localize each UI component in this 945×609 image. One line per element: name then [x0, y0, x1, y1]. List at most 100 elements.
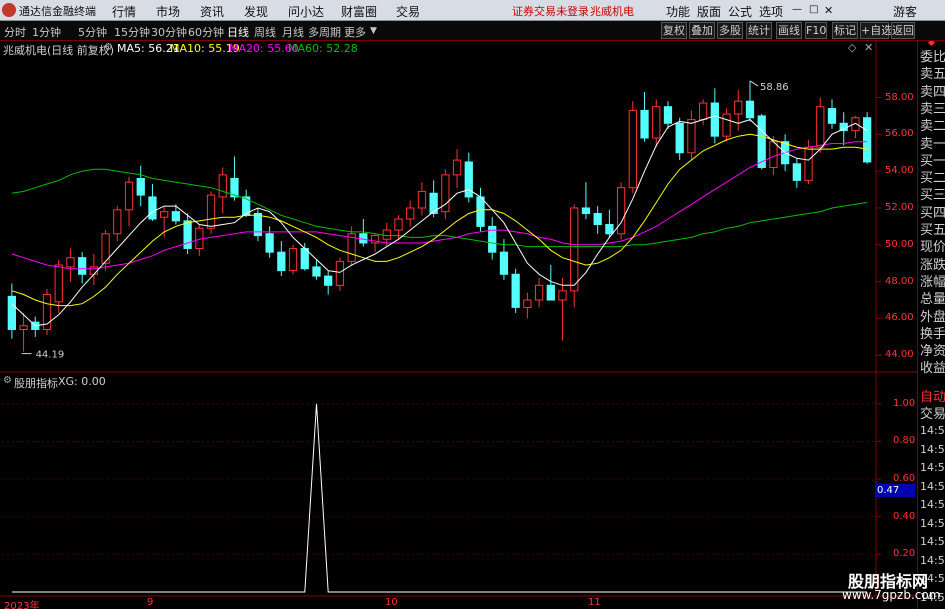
candle-body: [476, 196, 485, 227]
candle-body: [675, 122, 684, 154]
candle-body: [816, 106, 825, 148]
candle: [148, 184, 157, 221]
candle-body: [78, 257, 87, 275]
candle-body: [66, 257, 75, 268]
candle-body: [206, 194, 216, 229]
chart-canvas[interactable]: 58.86 44.19: [0, 0, 945, 609]
candle-body: [499, 251, 509, 275]
candle: [78, 252, 87, 284]
quote-field-label: 外盘: [920, 309, 945, 325]
candle: [605, 209, 614, 238]
price-tick-label: 52.00: [885, 201, 914, 213]
quote-field-label: 委比: [920, 50, 945, 65]
candle: [640, 91, 649, 142]
trade-label[interactable]: 交易: [920, 403, 945, 422]
candle: [136, 165, 145, 207]
candle-body: [382, 229, 391, 240]
indicator-tick-label: 0.20: [893, 548, 916, 560]
candle-body: [593, 213, 602, 226]
candle: [534, 277, 544, 308]
candle: [66, 248, 75, 282]
candle-body: [171, 211, 181, 222]
x-tick-10: 10: [385, 597, 398, 608]
candle-body: [792, 163, 801, 181]
candle-body: [394, 218, 403, 231]
candle: [827, 99, 837, 129]
candle-body: [534, 284, 544, 301]
price-tick-label: 48.00: [885, 275, 914, 287]
trade-time: 14:56: [920, 553, 945, 567]
candle-body: [663, 106, 673, 124]
candle-body: [148, 196, 157, 220]
indicator-title: 股朋指标: [14, 377, 58, 390]
candle-body: [195, 227, 204, 249]
candle-body: [19, 325, 28, 330]
quote-field-label: 卖五: [920, 67, 945, 83]
candle: [452, 149, 462, 188]
quote-field-label: 卖二: [920, 119, 945, 135]
candle-body: [183, 220, 192, 249]
candle: [417, 182, 427, 216]
candle: [288, 244, 298, 275]
candle-body: [628, 109, 637, 189]
ma10-line: [11, 133, 868, 307]
quote-field-label: 卖一: [920, 136, 945, 152]
candle-body: [734, 100, 743, 115]
candle: [511, 268, 520, 313]
quote-field-label: 买四: [920, 205, 945, 221]
trade-time: 14:56: [920, 516, 945, 530]
candle-body: [757, 115, 766, 168]
ma-lines: 58.86 44.19: [11, 80, 868, 361]
candle-body: [558, 290, 567, 301]
indicator-plot: [11, 403, 868, 593]
candle: [464, 152, 473, 203]
x-tick-2023: 2023年: [4, 601, 40, 609]
quote-field-label: 涨幅: [920, 274, 945, 290]
ma20-line: [11, 141, 868, 270]
candle: [335, 257, 345, 291]
candle: [265, 226, 274, 258]
candle-body: [546, 284, 555, 301]
candle: [89, 254, 99, 286]
candle: [406, 200, 415, 227]
candle: [863, 112, 872, 164]
low-marker-label: 44.19: [36, 350, 65, 361]
candle: [652, 99, 661, 148]
trade-time: 14:56: [920, 535, 945, 548]
candle-body: [54, 264, 63, 303]
candle-body: [406, 207, 415, 220]
candle: [370, 233, 380, 253]
candle-body: [277, 251, 286, 272]
candle: [499, 239, 509, 280]
trade-time: 14:56: [920, 498, 945, 511]
candle-body: [710, 102, 719, 137]
candle-body: [616, 187, 626, 235]
candle-body: [863, 117, 872, 163]
candle-body: [605, 224, 614, 235]
candle-body: [218, 174, 227, 198]
candle: [124, 176, 134, 227]
price-tick-label: 44.00: [885, 349, 914, 361]
candle: [183, 213, 192, 255]
quote-field-label: 现价: [920, 240, 945, 256]
candle: [523, 292, 532, 319]
trade-time: 14:56: [920, 461, 945, 474]
indicator-value: XG: 0.00: [58, 375, 106, 388]
indicator-settings-icon[interactable]: ⚙: [3, 375, 12, 386]
candle: [441, 169, 450, 220]
candle-body: [7, 295, 16, 330]
candle-body: [288, 247, 298, 272]
candle: [253, 207, 263, 242]
candle: [31, 316, 40, 337]
x-tick-9: 9: [147, 597, 154, 608]
candle: [628, 101, 637, 194]
price-tick-label: 56.00: [885, 128, 914, 140]
candle-body: [160, 211, 169, 218]
candle-body: [581, 207, 591, 215]
chart-grid: [0, 41, 917, 597]
trade-time: 14:56: [920, 424, 945, 437]
candle: [171, 204, 181, 225]
trade-time: 14:56: [920, 479, 945, 493]
indicator-tick-label: 0.80: [893, 435, 916, 447]
candle: [616, 182, 626, 240]
